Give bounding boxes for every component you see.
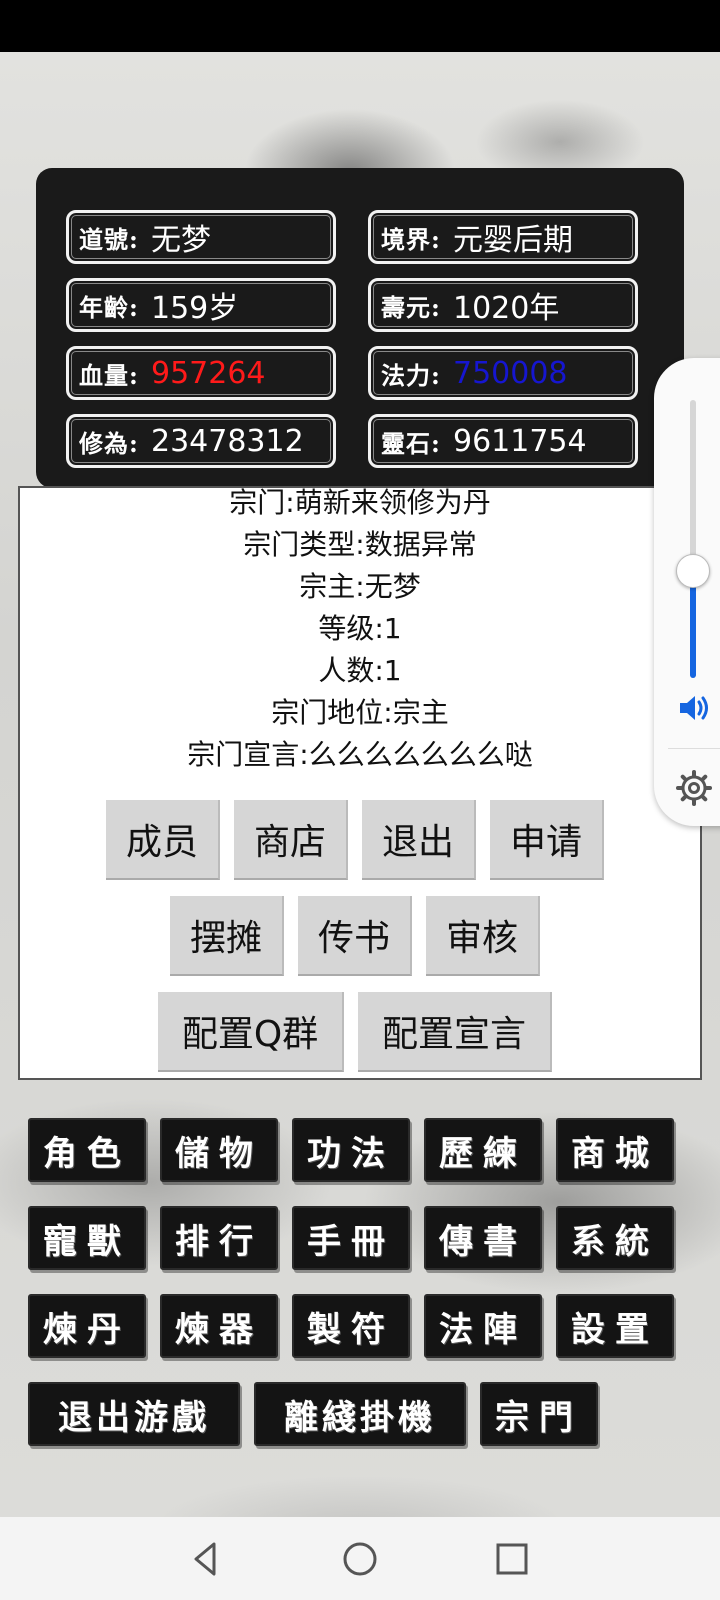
sect-info-dialog: 宗门:萌新来领修为丹 宗门类型:数据异常 宗主:无梦 等级:1 人数:1 宗门地… — [18, 486, 702, 1080]
menu-pets[interactable]: 寵獸 — [28, 1206, 146, 1270]
sect-position: 宗门地位:宗主 — [271, 696, 449, 729]
gear-icon[interactable] — [674, 768, 714, 808]
menu-forging[interactable]: 煉器 — [160, 1294, 278, 1358]
menu-techniques[interactable]: 功法 — [292, 1118, 410, 1182]
sect-leader: 宗主:无梦 — [299, 570, 421, 603]
sect-member-count: 人数:1 — [318, 654, 402, 687]
apply-button[interactable]: 申请 — [490, 800, 604, 880]
stat-label: 壽元: — [381, 292, 441, 322]
stat-label: 法力: — [381, 360, 441, 390]
menu-formations[interactable]: 法陣 — [424, 1294, 542, 1358]
volume-divider — [668, 748, 720, 749]
stat-value-mana: 750008 — [453, 355, 568, 391]
menu-talismans[interactable]: 製符 — [292, 1294, 410, 1358]
stat-value: 无梦 — [151, 223, 211, 258]
stall-button[interactable]: 摆摊 — [170, 896, 284, 976]
quit-sect-button[interactable]: 退出 — [362, 800, 476, 880]
home-circle-icon[interactable] — [336, 1535, 384, 1583]
character-stats-panel: 道號: 无梦 境界: 元婴后期 年齡: 159岁 壽元: 1020年 血量: 9… — [36, 168, 684, 488]
stat-label: 修為: — [79, 428, 139, 458]
shop-button[interactable]: 商店 — [234, 800, 348, 880]
stat-label: 境界: — [381, 224, 441, 254]
status-bar — [0, 0, 720, 52]
sect-name: 宗门:萌新来领修为丹 — [229, 486, 491, 519]
menu-settings[interactable]: 設置 — [556, 1294, 674, 1358]
menu-exit-game[interactable]: 退出游戲 — [28, 1382, 240, 1446]
stat-label: 道號: — [79, 224, 139, 254]
stat-value: 23478312 — [151, 423, 304, 459]
stat-daohao: 道號: 无梦 — [66, 210, 336, 264]
sect-declaration: 宗门宣言:么么么么么么么哒 — [187, 738, 533, 771]
menu-mall[interactable]: 商城 — [556, 1118, 674, 1182]
stat-mana: 法力: 750008 — [368, 346, 638, 400]
stat-age: 年齡: 159岁 — [66, 278, 336, 332]
stat-jingjie: 境界: 元婴后期 — [368, 210, 638, 264]
sect-type: 宗门类型:数据异常 — [243, 528, 477, 561]
system-navigation-bar — [0, 1517, 720, 1600]
recents-square-icon[interactable] — [488, 1535, 536, 1583]
stat-hp: 血量: 957264 — [66, 346, 336, 400]
stat-cultivation: 修為: 23478312 — [66, 414, 336, 468]
stat-lifespan: 壽元: 1020年 — [368, 278, 638, 332]
stat-value: 元婴后期 — [453, 223, 573, 258]
stat-value: 9611754 — [453, 423, 587, 459]
sect-level: 等级:1 — [318, 612, 402, 645]
stat-value: 1020年 — [453, 291, 560, 326]
menu-character[interactable]: 角色 — [28, 1118, 146, 1182]
menu-alchemy[interactable]: 煉丹 — [28, 1294, 146, 1358]
stat-value: 159岁 — [151, 291, 239, 326]
menu-offline-idle[interactable]: 離綫掛機 — [254, 1382, 466, 1446]
send-letter-button[interactable]: 传书 — [298, 896, 412, 976]
stat-label: 年齡: — [79, 292, 139, 322]
volume-slider-handle[interactable] — [676, 554, 710, 588]
members-button[interactable]: 成员 — [106, 800, 220, 880]
menu-ranking[interactable]: 排行 — [160, 1206, 278, 1270]
stat-label: 血量: — [79, 360, 139, 390]
menu-letters[interactable]: 傳書 — [424, 1206, 542, 1270]
menu-handbook[interactable]: 手冊 — [292, 1206, 410, 1270]
menu-system[interactable]: 系統 — [556, 1206, 674, 1270]
config-qq-group-button[interactable]: 配置Q群 — [158, 992, 344, 1072]
stat-label: 靈石: — [381, 428, 441, 458]
stat-spirit-stones: 靈石: 9611754 — [368, 414, 638, 468]
back-triangle-icon[interactable] — [182, 1535, 230, 1583]
speaker-icon[interactable] — [676, 690, 712, 726]
config-declaration-button[interactable]: 配置宣言 — [358, 992, 552, 1072]
menu-storage[interactable]: 儲物 — [160, 1118, 278, 1182]
menu-sect[interactable]: 宗門 — [480, 1382, 598, 1446]
stat-value-hp: 957264 — [151, 355, 266, 391]
volume-panel — [654, 358, 720, 826]
menu-training[interactable]: 歷練 — [424, 1118, 542, 1182]
review-button[interactable]: 审核 — [426, 896, 540, 976]
